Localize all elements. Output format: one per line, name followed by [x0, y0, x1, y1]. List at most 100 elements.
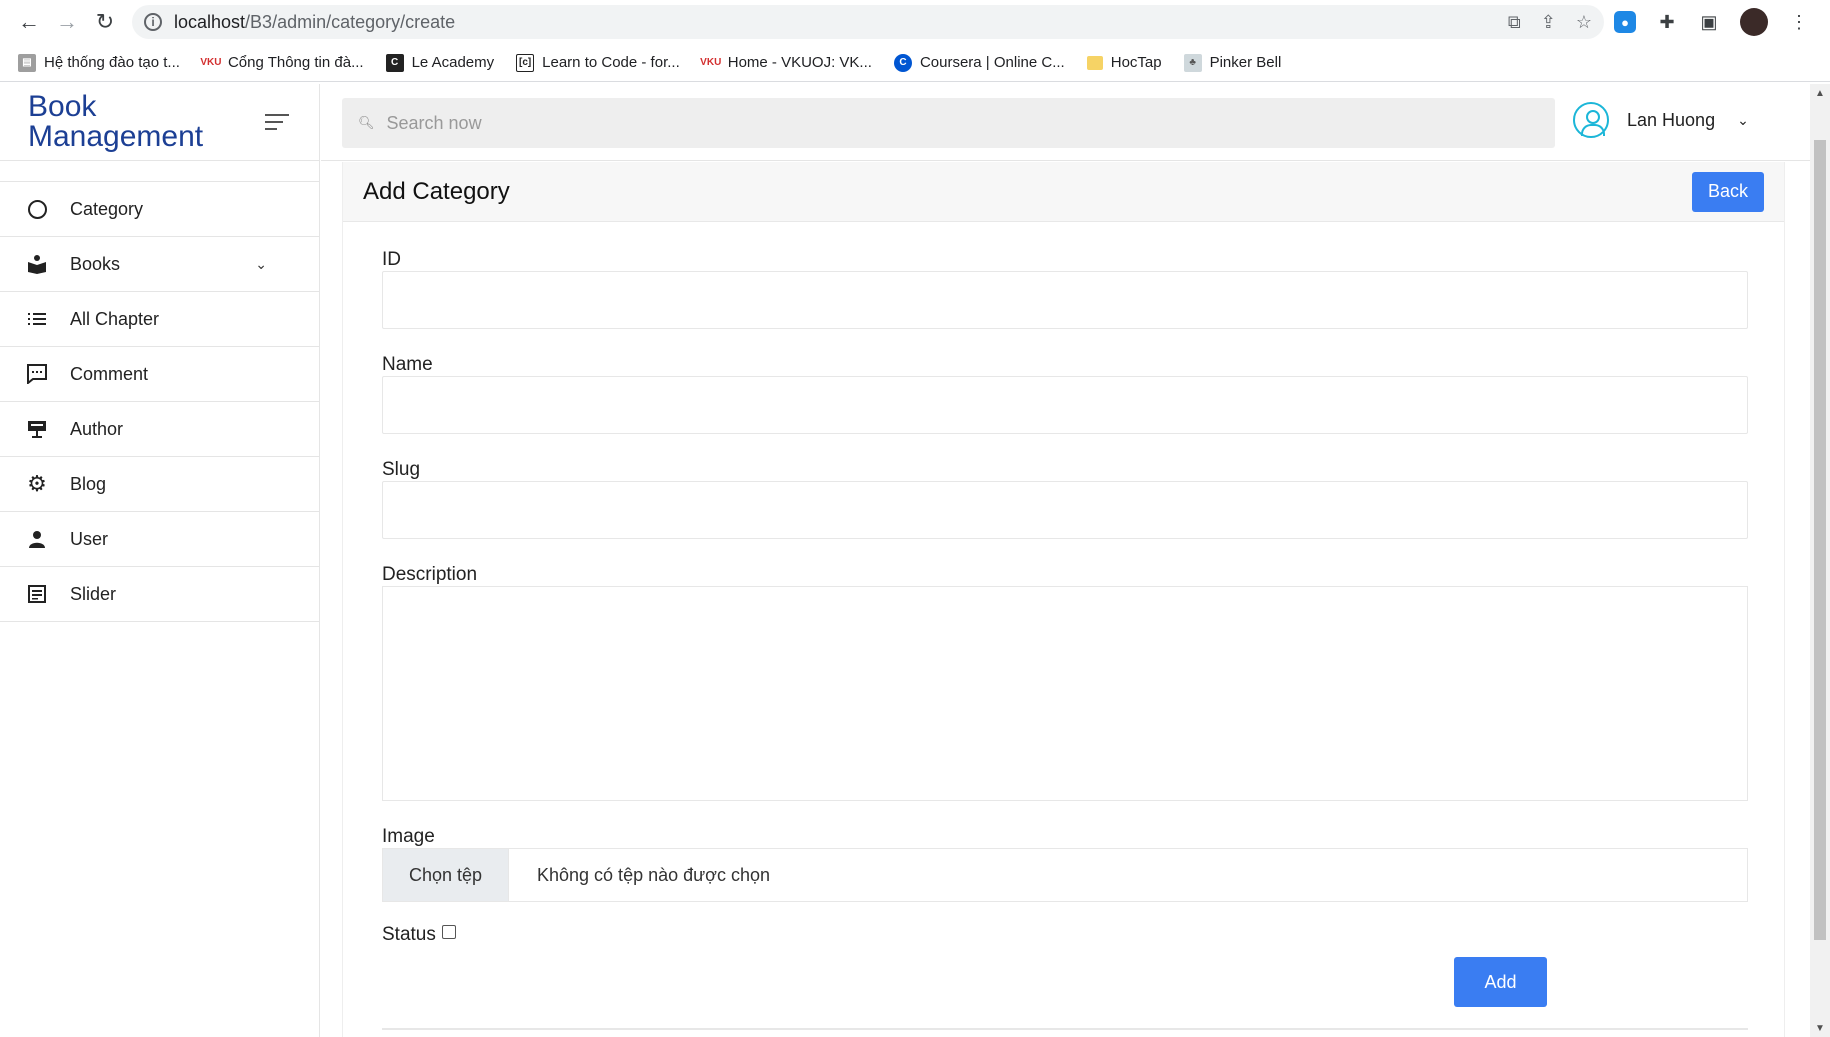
sidebar-item-user[interactable]: User [0, 512, 319, 567]
image-file-input[interactable]: Chọn tệp Không có tệp nào được chọn [382, 848, 1748, 902]
main-card: Add Category Back ID Name Slug Descripti… [342, 162, 1785, 1037]
status-label: Status [382, 924, 436, 945]
sidebar-item-label: Books [70, 253, 121, 274]
topbar: 🔍︎ Search now Lan Huong ⌄ [321, 84, 1810, 161]
user-menu[interactable]: Lan Huong ⌄ [1573, 102, 1749, 138]
site-info-icon[interactable]: i [144, 13, 162, 31]
sidebar-item-label: Blog [70, 473, 107, 494]
card-header: Add Category Back [343, 162, 1784, 222]
page-scrollbar[interactable]: ▲ ▼ [1810, 84, 1830, 1037]
bookmark-item[interactable]: ♣ Pinker Bell [1183, 53, 1282, 72]
search-placeholder: Search now [386, 112, 482, 133]
sidebar-item-label: Category [70, 198, 144, 219]
chevron-down-icon[interactable]: ⌄ [255, 256, 267, 273]
bookmark-label: Learn to Code - for... [542, 54, 680, 71]
name-label: Name [382, 354, 433, 375]
bookmark-label: Le Academy [411, 54, 495, 71]
scroll-up-icon[interactable]: ▲ [1810, 84, 1830, 102]
sidebar-item-comment[interactable]: Comment [0, 347, 319, 402]
bookmark-item[interactable]: [c] Learn to Code - for... [516, 53, 680, 72]
url-text: localhost/B3/admin/category/create [174, 12, 1508, 33]
id-label: ID [382, 249, 401, 270]
bookmark-favicon: [c] [516, 53, 535, 72]
sidebar-item-books[interactable]: Books ⌄ [0, 237, 319, 292]
scroll-down-icon[interactable]: ▼ [1810, 1019, 1830, 1037]
sidebar-item-blog[interactable]: ⚙ Blog [0, 457, 319, 512]
bookmark-item[interactable]: C Le Academy [385, 53, 495, 72]
bookmark-favicon: VKU [200, 57, 222, 68]
gear-icon: ⚙ [27, 471, 47, 496]
browser-toolbar: ← → ↻ i localhost/B3/admin/category/crea… [0, 0, 1830, 44]
brand-line1: Book [28, 90, 97, 123]
sidebar-item-label: All Chapter [70, 308, 160, 329]
url-host: localhost [174, 11, 246, 32]
star-icon[interactable]: ☆ [1576, 12, 1592, 33]
chevron-down-icon[interactable]: ⌄ [1737, 112, 1749, 129]
bookmark-favicon: C [385, 53, 404, 72]
side-panel-icon[interactable]: ▣ [1698, 11, 1720, 33]
divider [382, 1028, 1748, 1030]
status-checkbox[interactable] [441, 925, 456, 939]
id-field[interactable] [382, 271, 1748, 329]
reload-icon[interactable]: ↻ [86, 3, 124, 41]
bookmark-item[interactable]: C Coursera | Online C... [893, 53, 1065, 72]
back-button[interactable]: Back [1692, 171, 1764, 212]
status-row: Status [382, 924, 1746, 946]
brand-line2: Management [28, 120, 204, 153]
slug-label: Slug [382, 459, 421, 480]
sidebar-item-label: Slider [70, 583, 117, 604]
sidebar: Book Management Category Books ⌄ All Cha… [0, 84, 320, 1037]
bookmark-item[interactable]: ▤ Hệ thống đào tạo t... [18, 53, 180, 72]
forward-arrow-icon[interactable]: → [48, 3, 86, 41]
user-avatar-icon [1573, 102, 1609, 138]
bookmark-label: Hệ thống đào tạo t... [44, 54, 180, 71]
sidebar-item-category[interactable]: Category [0, 182, 319, 237]
search-icon: 🔍︎ [358, 115, 375, 130]
circle-icon [26, 198, 48, 220]
address-bar[interactable]: i localhost/B3/admin/category/create ⧉ ⇪… [132, 5, 1604, 39]
choose-file-button[interactable]: Chọn tệp [383, 849, 509, 901]
bookmark-item[interactable]: HocTap [1086, 54, 1162, 71]
sidebar-item-all-chapter[interactable]: All Chapter [0, 292, 319, 347]
comment-icon [26, 363, 48, 385]
description-label: Description [382, 564, 478, 585]
bookmark-item[interactable]: VKU Home - VKUOJ: VK... [700, 54, 872, 72]
profile-avatar[interactable] [1740, 8, 1768, 36]
sidebar-item-label: User [70, 528, 109, 549]
share-icon[interactable]: ⇪ [1541, 12, 1556, 33]
bookmarks-bar: ▤ Hệ thống đào tạo t... VKU Cổng Thông tin… [0, 44, 1830, 82]
bookmark-favicon: ▤ [18, 53, 36, 72]
folder-icon [1086, 55, 1103, 70]
bookmark-label: Cổng Thông tin đà... [227, 54, 364, 71]
slug-field[interactable] [382, 481, 1748, 539]
menu-dots-icon[interactable]: ⋮ [1788, 11, 1810, 33]
bookmark-label: HocTap [1110, 54, 1162, 71]
category-form: ID Name Slug Description Image Chọn tệp … [343, 249, 1784, 946]
brand-logo[interactable]: Book Management [28, 92, 203, 152]
page-title: Add Category [363, 177, 510, 205]
sidebar-menu: Category Books ⌄ All Chapter Comment Aut… [0, 181, 319, 622]
user-name: Lan Huong [1627, 109, 1716, 130]
scroll-thumb[interactable] [1814, 140, 1826, 940]
back-arrow-icon[interactable]: ← [10, 3, 48, 41]
bookmark-label: Pinker Bell [1209, 54, 1282, 71]
translate-icon[interactable]: ⧉ [1508, 12, 1521, 33]
puzzle-extension-icon[interactable]: ✚ [1656, 11, 1678, 33]
droplet-extension-icon[interactable]: ● [1614, 11, 1636, 33]
search-input[interactable]: 🔍︎ Search now [342, 98, 1555, 148]
bookmark-item[interactable]: VKU Cổng Thông tin đà... [200, 54, 364, 72]
bookmark-label: Coursera | Online C... [919, 54, 1065, 71]
bookmark-favicon: VKU [700, 57, 722, 68]
author-icon [26, 418, 48, 440]
name-field[interactable] [382, 376, 1748, 434]
sidebar-item-slider[interactable]: Slider [0, 567, 319, 622]
description-textarea[interactable] [382, 586, 1748, 801]
add-button[interactable]: Add [1454, 957, 1547, 1007]
bookmark-favicon: ♣ [1183, 53, 1202, 72]
sidebar-toggle-icon[interactable] [265, 114, 289, 130]
file-status-text: Không có tệp nào được chọn [537, 864, 771, 885]
document-icon [26, 583, 48, 605]
sidebar-item-label: Author [70, 418, 124, 439]
brand-row: Book Management [0, 84, 319, 161]
sidebar-item-author[interactable]: Author [0, 402, 319, 457]
